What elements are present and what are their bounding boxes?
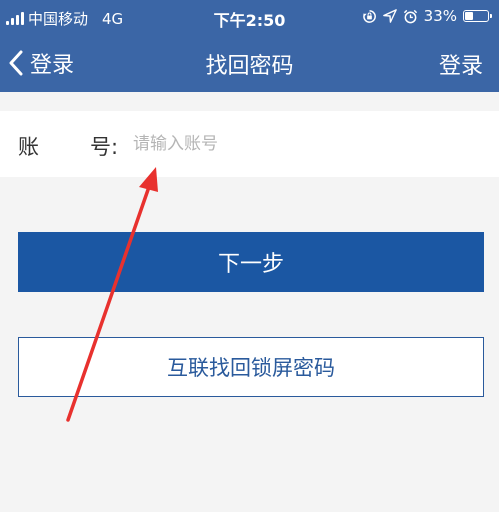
status-right: 33% — [362, 7, 492, 25]
next-button[interactable]: 下一步 — [18, 232, 484, 292]
back-label: 登录 — [30, 53, 75, 78]
alarm-icon — [403, 9, 417, 23]
battery-fill — [465, 12, 473, 20]
back-button[interactable]: 登录 — [8, 46, 74, 80]
page-title: 找回密码 — [205, 54, 294, 79]
account-label-part2: 号: — [90, 135, 119, 159]
chevron-left-icon — [9, 50, 23, 76]
rotation-lock-icon — [362, 9, 376, 23]
status-bar: 中国移动 4G 下午2:50 33% — [0, 0, 499, 36]
battery-icon — [463, 10, 492, 22]
account-input[interactable] — [133, 127, 473, 161]
location-icon — [382, 9, 397, 23]
account-row: 账 号: — [0, 111, 499, 177]
account-label-part1: 账 — [18, 135, 39, 159]
hulian-recover-button[interactable]: 互联找回锁屏密码 — [18, 337, 484, 397]
account-label: 账 号: — [18, 131, 118, 161]
nav-bar: 登录 找回密码 登录 — [0, 36, 499, 92]
login-link[interactable]: 登录 — [439, 48, 483, 80]
battery-percent: 33% — [423, 7, 457, 25]
